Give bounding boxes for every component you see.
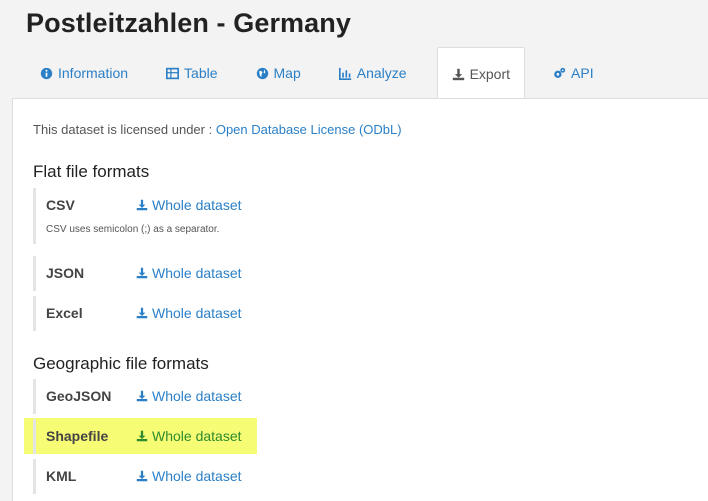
download-icon [136, 430, 148, 442]
geo-formats-title: Geographic file formats [33, 354, 209, 373]
download-icon [136, 199, 148, 211]
download-link-shapefile[interactable]: Whole dataset [136, 428, 242, 444]
gears-icon [554, 67, 566, 78]
tab-label: Export [469, 66, 511, 82]
bar-chart-icon [338, 67, 351, 80]
globe-icon [256, 67, 268, 79]
license-link[interactable]: Open Database License (ODbL) [216, 122, 402, 137]
download-icon [136, 267, 148, 279]
tab-label: API [571, 65, 594, 81]
tab-label: Analyze [356, 65, 407, 81]
format-row-kml: KML Whole dataset [33, 459, 263, 494]
format-row-csv: CSV Whole dataset CSV uses semicolon (;)… [33, 188, 263, 244]
download-link-csv[interactable]: Whole dataset [136, 197, 242, 213]
info-circle-icon [40, 67, 53, 79]
tab-map[interactable]: Map [242, 47, 315, 99]
csv-note: CSV uses semicolon (;) as a separator. [46, 224, 220, 235]
tab-information[interactable]: Information [26, 47, 142, 99]
format-label: KML [46, 468, 77, 484]
download-icon [452, 68, 464, 80]
download-link-geojson[interactable]: Whole dataset [136, 388, 242, 404]
license-line: This dataset is licensed under : Open Da… [33, 122, 402, 137]
table-icon [166, 67, 180, 79]
tab-table[interactable]: Table [152, 47, 231, 99]
format-row-excel: Excel Whole dataset [33, 296, 263, 331]
download-icon [136, 470, 148, 482]
download-link-json[interactable]: Whole dataset [136, 265, 242, 281]
tab-api[interactable]: API [539, 47, 608, 99]
download-link-label: Whole dataset [152, 305, 242, 321]
page-title: Postleitzahlen - Germany [26, 8, 351, 38]
format-row-json: JSON Whole dataset [33, 256, 263, 291]
tab-label: Information [58, 65, 129, 81]
format-label: GeoJSON [46, 388, 112, 404]
format-row-geojson: GeoJSON Whole dataset [33, 379, 263, 414]
format-row-shapefile: Shapefile Whole dataset [33, 419, 263, 454]
tab-export[interactable]: Export [436, 47, 526, 100]
tab-label: Table [184, 65, 218, 81]
tab-analyze[interactable]: Analyze [325, 47, 421, 99]
download-link-label: Whole dataset [152, 197, 242, 213]
format-label: CSV [46, 197, 75, 213]
tab-bar: Information Table Map Analyze Export API [12, 47, 708, 100]
download-link-excel[interactable]: Whole dataset [136, 305, 242, 321]
format-label: Excel [46, 305, 83, 321]
download-icon [136, 390, 148, 402]
license-prefix: This dataset is licensed under : [33, 122, 213, 137]
download-link-label: Whole dataset [152, 265, 242, 281]
format-label: JSON [46, 265, 85, 281]
download-link-label: Whole dataset [152, 468, 242, 484]
format-label: Shapefile [46, 428, 109, 444]
flat-formats-title: Flat file formats [33, 162, 150, 181]
tab-label: Map [273, 65, 301, 81]
download-link-label: Whole dataset [152, 428, 242, 444]
download-link-label: Whole dataset [152, 388, 242, 404]
download-link-kml[interactable]: Whole dataset [136, 468, 242, 484]
download-icon [136, 307, 148, 319]
